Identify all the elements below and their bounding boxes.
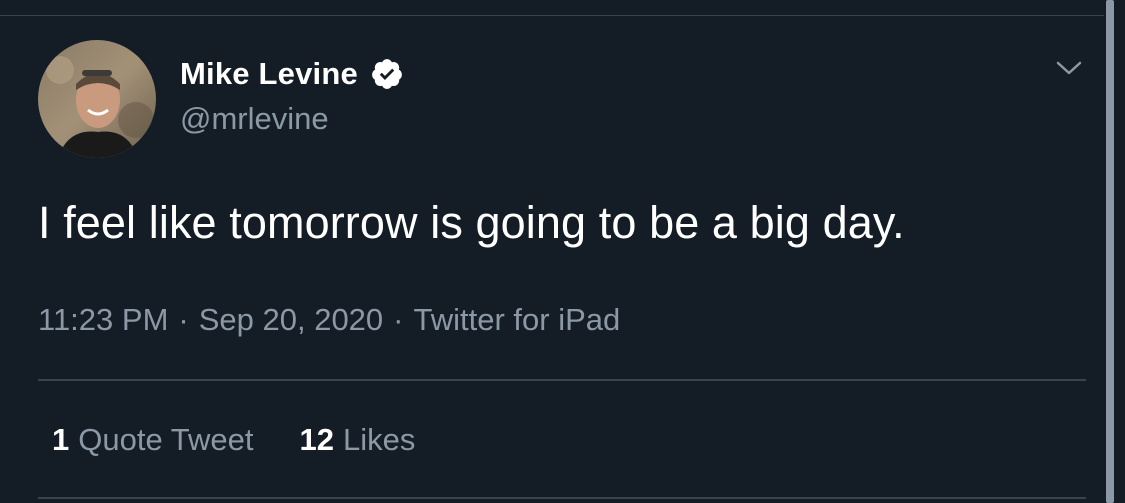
stats-bottom-divider (38, 497, 1086, 499)
top-divider (0, 15, 1104, 16)
stats-top-divider (38, 379, 1086, 381)
quote-tweets-stat[interactable]: 1 Quote Tweet (52, 422, 253, 458)
scrollbar[interactable] (1106, 0, 1114, 503)
quote-tweets-label: Quote Tweet (78, 422, 254, 457)
tweet-metadata: 11:23 PM · Sep 20, 2020 · Twitter for iPad (38, 302, 620, 338)
verified-badge-icon (370, 57, 404, 91)
author-handle[interactable]: @mrlevine (180, 101, 329, 137)
tweet-time[interactable]: 11:23 PM (38, 302, 168, 337)
likes-label: Likes (342, 422, 416, 457)
tweet-date[interactable]: Sep 20, 2020 (199, 302, 383, 337)
quote-tweets-count: 1 (52, 422, 70, 457)
tweet-text: I feel like tomorrow is going to be a bi… (38, 197, 905, 248)
likes-count: 12 (299, 422, 334, 457)
chevron-down-icon[interactable] (1054, 56, 1084, 80)
tweet-source[interactable]: Twitter for iPad (414, 302, 621, 337)
avatar[interactable] (38, 40, 156, 158)
meta-separator: · (393, 302, 404, 337)
meta-separator: · (178, 302, 189, 337)
likes-stat[interactable]: 12 Likes (299, 422, 415, 458)
author-name-row[interactable]: Mike Levine (180, 55, 404, 93)
tweet-stats: 1 Quote Tweet 12 Likes (52, 422, 415, 458)
display-name[interactable]: Mike Levine (180, 56, 358, 92)
